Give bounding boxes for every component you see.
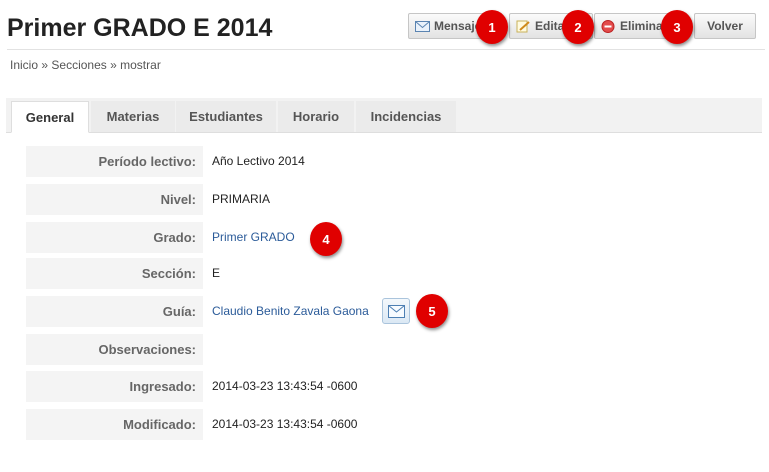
field-value: 2014-03-23 13:43:54 -0600 [212,379,358,393]
breadcrumb-separator: » [110,58,117,72]
tab-horario[interactable]: Horario [278,101,354,132]
pencil-icon [516,20,530,32]
callout-badge-3: 3 [661,10,693,44]
guia-link[interactable]: Claudio Benito Zavala Gaona [212,296,369,327]
field-value: 2014-03-23 13:43:54 -0600 [212,417,358,431]
field-row-seccion: Sección: E [26,258,764,289]
tab-incidencias[interactable]: Incidencias [356,101,456,132]
field-label: Observaciones: [26,334,203,365]
field-row-observaciones: Observaciones: [26,334,764,365]
delete-icon [601,19,615,33]
field-label: Ingresado: [26,371,203,402]
grado-link[interactable]: Primer GRADO [212,222,295,253]
field-value: Año Lectivo 2014 [212,154,305,168]
header-divider [7,49,765,50]
field-label: Período lectivo: [26,146,203,177]
field-row-guia: Guía: Claudio Benito Zavala Gaona [26,296,764,327]
message-guide-button[interactable] [382,298,410,324]
field-label: Sección: [26,258,203,289]
envelope-icon [387,304,405,318]
breadcrumb-item-current: mostrar [120,58,161,72]
field-row-nivel: Nivel: PRIMARIA [26,184,764,215]
breadcrumb: Inicio » Secciones » mostrar [10,58,161,72]
field-row-modificado: Modificado: 2014-03-23 13:43:54 -0600 [26,409,764,440]
field-value: PRIMARIA [212,192,271,206]
field-label: Guía: [26,296,203,327]
field-value: E [212,266,221,280]
message-button-label: Mensaje [434,19,482,33]
tab-estudiantes[interactable]: Estudiantes [176,101,276,132]
tab-materias[interactable]: Materias [91,101,175,132]
back-button-label: Volver [707,19,743,33]
tab-general[interactable]: General [11,101,89,133]
field-label: Modificado: [26,409,203,440]
back-button[interactable]: Volver [694,13,756,39]
field-row-grado: Grado: Primer GRADO [26,222,764,253]
breadcrumb-separator: » [41,58,49,72]
tab-bar: General Materias Estudiantes Horario Inc… [6,98,762,133]
callout-badge-1: 1 [476,10,508,44]
field-row-periodo: Período lectivo: Año Lectivo 2014 [26,146,764,177]
callout-badge-2: 2 [562,10,594,44]
callout-badge-4: 4 [310,222,342,256]
field-label: Nivel: [26,184,203,215]
callout-badge-5: 5 [416,294,448,328]
breadcrumb-item-inicio[interactable]: Inicio [10,58,38,72]
breadcrumb-item-secciones[interactable]: Secciones [51,58,106,72]
envelope-icon [415,20,430,32]
field-row-ingresado: Ingresado: 2014-03-23 13:43:54 -0600 [26,371,764,402]
field-label: Grado: [26,222,203,253]
page-title: Primer GRADO E 2014 [7,14,273,42]
